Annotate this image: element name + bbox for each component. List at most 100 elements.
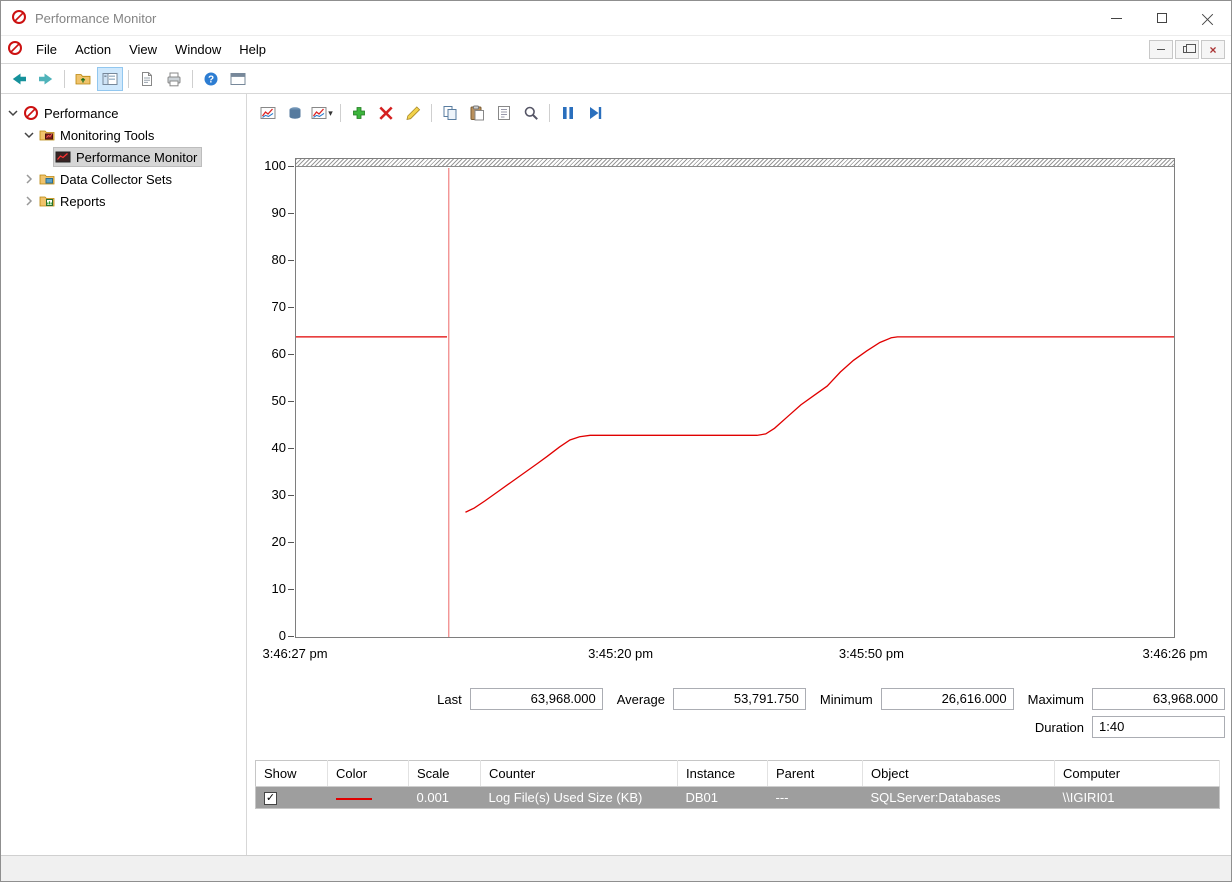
menu-view[interactable]: View <box>120 42 166 57</box>
average-label: Average <box>617 692 665 707</box>
copy-properties-button[interactable] <box>437 101 463 125</box>
change-graph-type-button[interactable]: ▾ <box>309 101 335 125</box>
y-axis-tick-mark <box>288 166 294 167</box>
forward-button[interactable] <box>33 67 59 91</box>
minimum-label: Minimum <box>820 692 873 707</box>
delete-counter-button[interactable] <box>373 101 399 125</box>
x-axis-time-label: 3:45:20 pm <box>588 646 653 661</box>
tree-item-label: Data Collector Sets <box>60 172 172 187</box>
minimum-value: 26,616.000 <box>881 688 1014 710</box>
paste-counter-list-button[interactable] <box>464 101 490 125</box>
toolbar-separator <box>340 104 341 122</box>
chevron-right-icon[interactable] <box>21 171 37 187</box>
show-hide-action-pane-button[interactable] <box>225 67 251 91</box>
show-checkbox[interactable]: ✓ <box>264 792 277 805</box>
performance-monitor-window: Performance Monitor File Action View Win… <box>0 0 1232 882</box>
minimize-icon <box>1111 18 1122 19</box>
toolbar-separator <box>128 70 129 88</box>
update-data-button[interactable] <box>582 101 608 125</box>
duration-label: Duration <box>1035 720 1084 735</box>
x-axis: 3:46:27 pm3:45:20 pm3:45:50 pm3:46:26 pm <box>295 638 1175 666</box>
performance-graph: 1009080706050403020100 3:46:27 pm3:45:20… <box>247 158 1231 666</box>
tree-item-reports[interactable]: Reports <box>1 190 246 212</box>
console-tree-panel: Performance Monitoring Tools Performance M… <box>1 94 247 855</box>
title-bar: Performance Monitor <box>1 1 1231 35</box>
view-current-activity-button[interactable] <box>255 101 281 125</box>
counter-row[interactable]: ✓ 0.001 Log File(s) Used Size (KB) DB01 … <box>256 787 1220 809</box>
minimize-button[interactable] <box>1093 2 1139 35</box>
export-list-button[interactable] <box>134 67 160 91</box>
column-header-counter[interactable]: Counter <box>481 761 678 787</box>
back-button[interactable] <box>6 67 32 91</box>
column-header-object[interactable]: Object <box>863 761 1055 787</box>
column-header-instance[interactable]: Instance <box>678 761 768 787</box>
show-hide-console-tree-button[interactable] <box>97 67 123 91</box>
counter-line-history-segment <box>465 337 1174 512</box>
chevron-down-icon[interactable] <box>5 105 21 121</box>
tree-item-label: Performance <box>44 106 118 121</box>
mdi-restore-icon <box>1183 46 1191 53</box>
y-axis-tick-mark <box>288 636 294 637</box>
column-header-computer[interactable]: Computer <box>1055 761 1220 787</box>
monitor-folder-icon <box>39 127 55 143</box>
chevron-right-icon[interactable] <box>21 193 37 209</box>
menu-window[interactable]: Window <box>166 42 230 57</box>
print-button[interactable] <box>161 67 187 91</box>
counter-list-table: Show Color Scale Counter Instance Parent… <box>255 760 1220 809</box>
dropdown-arrow-icon[interactable]: ▾ <box>328 108 333 119</box>
y-axis-tick-label: 10 <box>272 581 286 597</box>
y-axis-tick-label: 70 <box>272 299 286 315</box>
mdi-close-icon: × <box>1209 44 1216 56</box>
mdi-restore-button[interactable] <box>1175 40 1199 59</box>
last-value: 63,968.000 <box>470 688 603 710</box>
view-log-data-button[interactable] <box>282 101 308 125</box>
y-axis-tick-label: 40 <box>272 440 286 456</box>
y-axis-tick-mark <box>288 260 294 261</box>
zoom-button[interactable] <box>518 101 544 125</box>
tree-item-data-collector-sets[interactable]: Data Collector Sets <box>1 168 246 190</box>
y-axis-tick-label: 80 <box>272 252 286 268</box>
close-icon <box>1202 12 1214 24</box>
reports-folder-icon <box>39 193 55 209</box>
perfmon-logo-icon <box>23 105 39 121</box>
y-axis-tick-mark <box>288 213 294 214</box>
y-axis-tick-label: 90 <box>272 205 286 221</box>
help-button[interactable]: ? <box>198 67 224 91</box>
graph-toolbar: ▾ <box>247 94 1231 132</box>
tree-item-performance[interactable]: Performance <box>1 102 246 124</box>
up-one-level-button[interactable] <box>70 67 96 91</box>
freeze-display-button[interactable] <box>555 101 581 125</box>
maximize-icon <box>1157 13 1167 23</box>
x-axis-time-label: 3:45:50 pm <box>839 646 904 661</box>
maximize-button[interactable] <box>1139 2 1185 35</box>
column-header-parent[interactable]: Parent <box>768 761 863 787</box>
close-button[interactable] <box>1185 2 1231 35</box>
column-header-color[interactable]: Color <box>328 761 409 787</box>
y-axis-tick-label: 30 <box>272 487 286 503</box>
tree-item-label: Monitoring Tools <box>60 128 154 143</box>
menu-file[interactable]: File <box>27 42 66 57</box>
tree-item-monitoring-tools[interactable]: Monitoring Tools <box>1 124 246 146</box>
y-axis-tick-mark <box>288 589 294 590</box>
mdi-minimize-button[interactable] <box>1149 40 1173 59</box>
y-axis-tick-label: 100 <box>264 158 286 174</box>
counter-parent-cell: --- <box>768 787 863 809</box>
add-counter-button[interactable] <box>346 101 372 125</box>
y-axis: 1009080706050403020100 <box>247 158 295 638</box>
perfmon-app-icon <box>11 9 27 28</box>
column-header-show[interactable]: Show <box>256 761 328 787</box>
chevron-down-icon[interactable] <box>21 127 37 143</box>
menu-action[interactable]: Action <box>66 42 120 57</box>
y-axis-tick-mark <box>288 354 294 355</box>
counter-instance-cell: DB01 <box>678 787 768 809</box>
mdi-minimize-icon <box>1157 49 1165 50</box>
menu-help[interactable]: Help <box>230 42 275 57</box>
status-bar <box>1 855 1231 881</box>
y-axis-tick-mark <box>288 448 294 449</box>
tree-item-performance-monitor[interactable]: Performance Monitor <box>1 146 246 168</box>
highlight-button[interactable] <box>400 101 426 125</box>
properties-button[interactable] <box>491 101 517 125</box>
mdi-close-button[interactable]: × <box>1201 40 1225 59</box>
column-header-scale[interactable]: Scale <box>409 761 481 787</box>
y-axis-tick-label: 60 <box>272 346 286 362</box>
